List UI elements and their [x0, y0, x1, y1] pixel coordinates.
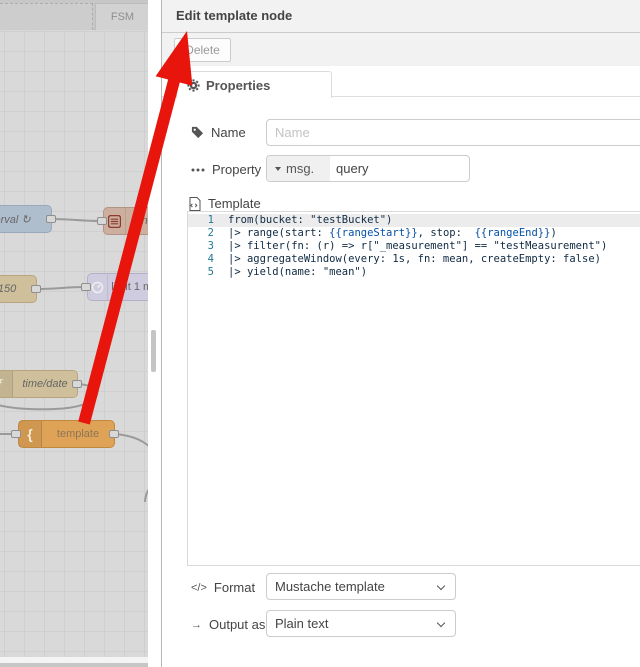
node-timedate[interactable]: f time/date — [0, 370, 78, 398]
sinewave-icon — [104, 208, 126, 234]
code-text: from(bucket: "testBucket") — [228, 214, 393, 226]
node-label: terval ↻ — [0, 213, 31, 226]
workspace-tab-fsm[interactable]: FSM — [95, 3, 148, 30]
tab-properties[interactable]: Properties — [176, 71, 332, 98]
tag-icon — [191, 126, 204, 139]
node-template[interactable]: { template — [18, 420, 115, 448]
output-as-label: → Output as — [191, 617, 266, 632]
format-label: </> Format — [191, 580, 256, 595]
file-code-icon — [189, 196, 201, 211]
workspace-tabbar: FSM — [0, 0, 148, 30]
node-label: template — [56, 428, 100, 440]
template-label: Template — [189, 196, 261, 211]
tray-title: Edit template node — [162, 0, 640, 33]
output-as-select[interactable]: Plain text — [266, 610, 456, 637]
port-in-delay[interactable] — [81, 283, 91, 291]
port-out-template[interactable] — [109, 430, 119, 438]
port-out-interval[interactable] — [46, 215, 56, 223]
tab-properties-label: Properties — [206, 77, 271, 93]
line-number: 1 — [207, 214, 214, 226]
property-typed-input[interactable]: msg. query — [266, 155, 470, 182]
flow-canvas[interactable]: FSM terval ↻ sineW s-150 limit 1 ms f ti… — [0, 0, 148, 667]
line-number: 5 — [207, 266, 214, 278]
format-select[interactable]: Mustache template — [266, 573, 456, 600]
wire[interactable] — [36, 286, 85, 290]
line-number: 4 — [207, 253, 214, 265]
ellipsis-icon — [191, 168, 205, 172]
function-icon: f — [0, 371, 13, 397]
code-text: |> aggregateWindow(every: 1s, fn: mean, … — [228, 253, 601, 265]
node-label: time/date — [22, 378, 68, 390]
horizontal-scrollbar[interactable] — [0, 663, 148, 667]
property-value[interactable]: query — [330, 156, 469, 181]
port-out-timedate[interactable] — [72, 380, 82, 388]
timer-icon — [88, 274, 108, 300]
canvas-scrollbar-track — [148, 0, 161, 667]
arrow-right-icon: → — [191, 618, 202, 631]
tray-tab-row: Properties — [162, 66, 640, 98]
template-code-editor[interactable]: 1 from(bucket: "testBucket") 2 |> range(sta… — [187, 211, 640, 566]
name-label: Name — [191, 125, 246, 140]
code-line[interactable]: 4 |> aggregateWindow(every: 1s, fn: mean,… — [188, 253, 640, 266]
node-label: limit 1 ms — [111, 281, 148, 293]
name-input[interactable] — [266, 119, 640, 146]
edit-template-tray: Edit template node Delete Properties Nam… — [161, 0, 640, 667]
port-in-template[interactable] — [11, 430, 21, 438]
code-line[interactable]: 5 |> yield(name: "mean") — [188, 266, 640, 279]
chevron-down-icon — [436, 618, 446, 628]
tray-toolbar: Delete — [162, 33, 640, 66]
code-line[interactable]: 1 from(bucket: "testBucket") — [188, 214, 640, 227]
caret-down-icon — [275, 166, 281, 171]
code-text: |> range(start: {{rangeStart}}, stop: {{… — [228, 227, 557, 239]
curly-brace-icon: { — [19, 421, 42, 447]
template-code-lines: 1 from(bucket: "testBucket") 2 |> range(sta… — [188, 214, 640, 279]
code-brackets-icon: </> — [191, 581, 207, 594]
delete-button[interactable]: Delete — [174, 38, 231, 62]
port-in-sinewave[interactable] — [97, 217, 107, 225]
wires-layer — [0, 218, 148, 503]
code-line[interactable]: 2 |> range(start: {{rangeStart}}, stop: {… — [188, 227, 640, 240]
node-label: sineW — [133, 215, 148, 227]
line-number: 3 — [207, 240, 214, 252]
wire[interactable] — [114, 433, 148, 503]
property-type-button[interactable]: msg. — [267, 156, 330, 181]
node-sinewave[interactable]: sineW — [103, 207, 148, 235]
code-text: |> filter(fn: (r) => r["_measurement"] =… — [228, 240, 608, 252]
chevron-down-icon — [436, 581, 446, 591]
code-line[interactable]: 3 |> filter(fn: (r) => r["_measurement"] … — [188, 240, 640, 253]
line-number: 2 — [207, 227, 214, 239]
code-text: |> yield(name: "mean") — [228, 266, 368, 278]
property-label: Property — [191, 162, 261, 177]
node-interval[interactable]: terval ↻ — [0, 205, 52, 233]
port-out-inject[interactable] — [31, 285, 41, 293]
vertical-scrollbar-thumb[interactable] — [151, 330, 156, 372]
gear-icon — [187, 78, 200, 92]
workspace-tab-partial[interactable] — [0, 3, 93, 30]
node-delay-limit[interactable]: limit 1 ms — [87, 273, 148, 301]
wire[interactable] — [51, 218, 101, 222]
